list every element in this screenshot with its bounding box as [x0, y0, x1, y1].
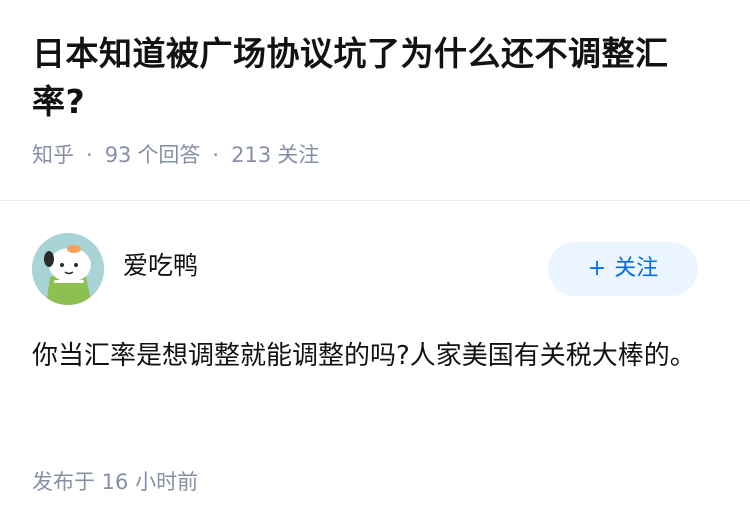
question-meta: 知乎 · 93 个回答 · 213 关注	[32, 140, 718, 170]
author-row: 爱吃鸭 + 关注	[32, 233, 698, 307]
followers-count: 213	[231, 143, 272, 167]
separator-dot: ·	[212, 143, 220, 167]
publish-time: 发布于 16 小时前	[32, 470, 199, 494]
follow-button-label: 关注	[614, 256, 659, 281]
question-title[interactable]: 日本知道被广场协议坑了为什么还不调整汇率?	[32, 30, 718, 126]
page: 日本知道被广场协议坑了为什么还不调整汇率? 知乎 · 93 个回答 · 213 …	[0, 0, 750, 532]
cartoon-dog-avatar-icon[interactable]	[32, 233, 104, 305]
question-header: 日本知道被广场协议坑了为什么还不调整汇率? 知乎 · 93 个回答 · 213 …	[0, 0, 750, 170]
plus-icon: +	[587, 256, 607, 281]
divider	[0, 200, 750, 201]
answers-label: 个回答	[137, 143, 201, 167]
answers-count: 93	[104, 143, 132, 167]
follow-button[interactable]: + 关注	[548, 242, 698, 296]
separator-dot: ·	[86, 143, 93, 167]
author-name[interactable]: 爱吃鸭	[123, 249, 198, 283]
source-label: 知乎	[32, 143, 74, 167]
answer-content[interactable]: 你当汇率是想调整就能调整的吗?人家美国有关税大棒的。	[32, 334, 722, 378]
followers-label: 关注	[277, 143, 320, 167]
